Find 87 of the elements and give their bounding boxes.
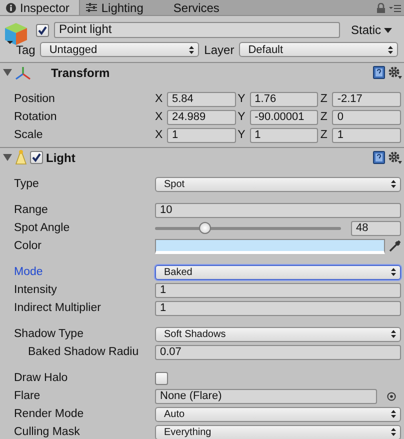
axis-label: X — [155, 111, 164, 123]
sliders-icon — [86, 3, 98, 12]
lock-icon[interactable] — [377, 2, 385, 12]
light-cone-icon — [15, 150, 27, 165]
property-label: Indirect Multiplier — [14, 302, 102, 314]
help-book-icon[interactable] — [373, 66, 385, 79]
number-field[interactable]: 1.76 — [250, 92, 318, 106]
number-field[interactable]: 1 — [155, 300, 401, 316]
updown-arrow-icon — [391, 330, 396, 338]
property-label: Baked Shadow Radiu — [28, 346, 140, 358]
object-field[interactable]: None (Flare) — [155, 388, 377, 404]
number-field[interactable]: 1 — [167, 128, 236, 142]
axis-label: Y — [238, 129, 246, 141]
cube-icon[interactable] — [4, 22, 28, 46]
component-title: Transform — [51, 66, 111, 80]
property-label: Shadow Type — [14, 328, 84, 340]
eyedropper-icon[interactable] — [389, 240, 401, 252]
property-label: Mode — [14, 266, 44, 278]
number-field[interactable]: 1 — [250, 128, 318, 142]
foldout-arrow-icon[interactable] — [3, 154, 12, 162]
number-field[interactable]: 0.07 — [155, 344, 401, 360]
foldout-arrow-icon[interactable] — [3, 68, 12, 76]
axis-label: Y — [238, 111, 246, 123]
slider-track[interactable] — [155, 222, 341, 234]
tab[interactable]: Lighting — [80, 0, 154, 15]
dropdown[interactable]: Everything — [155, 424, 401, 439]
layer-dropdown[interactable]: Default — [239, 42, 398, 57]
property-label: Culling Mask — [14, 426, 81, 438]
slider-thumb[interactable] — [199, 222, 212, 234]
layer-label: Layer — [204, 42, 234, 56]
property-label: Rotation — [14, 111, 58, 123]
number-field[interactable]: 48 — [351, 220, 401, 236]
axis-label: Z — [320, 129, 328, 141]
static-dropdown[interactable]: Static — [344, 23, 398, 37]
property-label: Flare — [14, 390, 42, 402]
color-swatch[interactable] — [155, 238, 385, 254]
settings-icon[interactable] — [388, 66, 402, 79]
caret-icon — [384, 28, 392, 32]
checkmark-icon — [32, 153, 41, 162]
updown-arrow-icon — [391, 410, 396, 418]
updown-arrow-icon — [391, 428, 396, 436]
settings-icon[interactable] — [388, 151, 402, 164]
property-label: Color — [14, 240, 42, 252]
axis-label: Z — [320, 111, 328, 123]
axis-label: X — [155, 93, 164, 105]
checkbox[interactable] — [30, 151, 43, 164]
axis-label: Z — [320, 93, 328, 105]
number-field[interactable]: 5.84 — [167, 92, 236, 106]
name-field[interactable]: Point light — [54, 22, 340, 38]
updown-arrow-icon — [189, 46, 194, 54]
property-label: Position — [14, 93, 56, 105]
checkmark-icon — [38, 26, 47, 34]
info-icon — [6, 2, 16, 12]
property-label: Intensity — [14, 284, 58, 296]
dropdown[interactable]: Auto — [155, 406, 401, 422]
dropdown[interactable]: Baked — [155, 264, 401, 280]
property-label: Render Mode — [14, 408, 85, 420]
number-field[interactable]: -2.17 — [332, 92, 402, 106]
dropdown[interactable]: Spot — [155, 176, 401, 192]
help-book-icon[interactable] — [373, 151, 385, 164]
number-field[interactable]: 24.989 — [167, 110, 236, 124]
object-picker-icon[interactable] — [387, 392, 396, 400]
tab[interactable]: Services — [153, 0, 230, 15]
axis-label: X — [155, 129, 164, 141]
property-label: Draw Halo — [14, 372, 69, 384]
dropdown[interactable]: Soft Shadows — [155, 326, 401, 342]
number-field[interactable]: 0 — [332, 110, 402, 124]
property-label: Scale — [14, 129, 44, 141]
tag-dropdown[interactable]: Untagged — [40, 42, 200, 57]
tag-label: Tag — [16, 42, 36, 56]
property-label: Range — [14, 204, 49, 216]
axes-icon — [15, 66, 31, 80]
checkbox[interactable] — [36, 24, 49, 36]
number-field[interactable]: -90.00001 — [250, 110, 318, 124]
updown-arrow-icon — [391, 268, 396, 276]
tab[interactable]: Inspector — [0, 0, 80, 15]
updown-arrow-icon — [388, 46, 394, 54]
menu-icon[interactable] — [389, 4, 401, 12]
component-title: Light — [46, 150, 76, 164]
checkbox[interactable] — [155, 372, 168, 384]
number-field[interactable]: 1 — [332, 128, 402, 142]
number-field[interactable]: 1 — [155, 282, 401, 298]
property-label: Type — [14, 178, 40, 190]
axis-label: Y — [238, 93, 246, 105]
updown-arrow-icon — [391, 180, 396, 188]
property-label: Spot Angle — [14, 222, 71, 234]
number-field[interactable]: 10 — [155, 202, 401, 218]
